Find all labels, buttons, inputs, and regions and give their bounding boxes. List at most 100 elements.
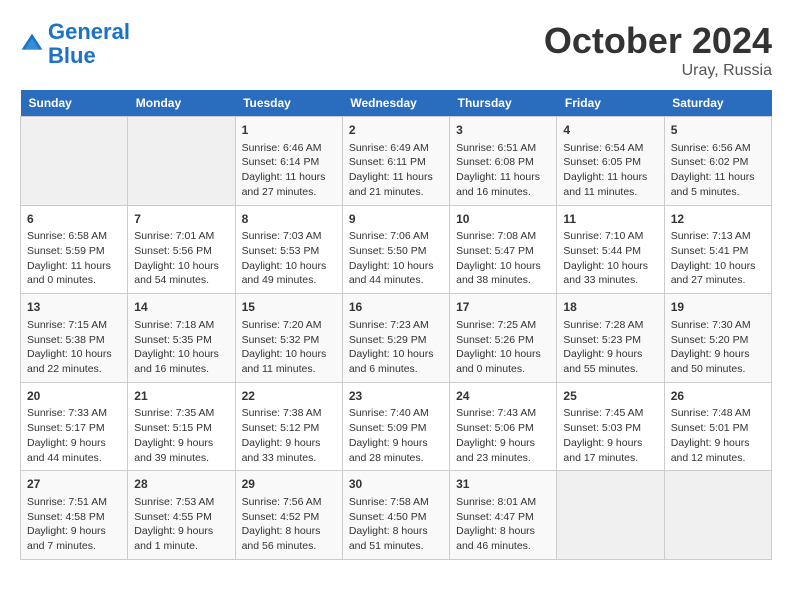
calendar-cell: 5 Sunrise: 6:56 AM Sunset: 6:02 PM Daylig… <box>664 117 771 206</box>
calendar-cell <box>557 471 664 560</box>
day-number: 22 <box>242 388 336 405</box>
day-number: 29 <box>242 476 336 493</box>
day-number: 1 <box>242 122 336 139</box>
calendar-cell: 7 Sunrise: 7:01 AM Sunset: 5:56 PM Daylig… <box>128 205 235 294</box>
day-info: Sunrise: 7:30 AM Sunset: 5:20 PM Dayligh… <box>671 319 751 375</box>
day-number: 4 <box>563 122 657 139</box>
day-number: 9 <box>349 211 443 228</box>
calendar-cell: 4 Sunrise: 6:54 AM Sunset: 6:05 PM Daylig… <box>557 117 664 206</box>
day-info: Sunrise: 7:03 AM Sunset: 5:53 PM Dayligh… <box>242 230 327 286</box>
day-number: 19 <box>671 299 765 316</box>
calendar-cell: 29 Sunrise: 7:56 AM Sunset: 4:52 PM Dayli… <box>235 471 342 560</box>
day-info: Sunrise: 6:46 AM Sunset: 6:14 PM Dayligh… <box>242 142 326 198</box>
calendar-cell: 24 Sunrise: 7:43 AM Sunset: 5:06 PM Dayli… <box>450 382 557 471</box>
day-info: Sunrise: 7:53 AM Sunset: 4:55 PM Dayligh… <box>134 496 214 552</box>
day-number: 11 <box>563 211 657 228</box>
day-info: Sunrise: 7:51 AM Sunset: 4:58 PM Dayligh… <box>27 496 107 552</box>
calendar-cell: 31 Sunrise: 8:01 AM Sunset: 4:47 PM Dayli… <box>450 471 557 560</box>
calendar-cell: 13Sunrise: 7:15 AM Sunset: 5:38 PM Dayli… <box>21 294 128 383</box>
calendar-cell: 26 Sunrise: 7:48 AM Sunset: 5:01 PM Dayli… <box>664 382 771 471</box>
day-number: 18 <box>563 299 657 316</box>
day-info: Sunrise: 7:40 AM Sunset: 5:09 PM Dayligh… <box>349 407 429 463</box>
day-number: 15 <box>242 299 336 316</box>
day-info: Sunrise: 6:49 AM Sunset: 6:11 PM Dayligh… <box>349 142 433 198</box>
day-number: 28 <box>134 476 228 493</box>
calendar-cell: 14Sunrise: 7:18 AM Sunset: 5:35 PM Dayli… <box>128 294 235 383</box>
day-info: Sunrise: 7:38 AM Sunset: 5:12 PM Dayligh… <box>242 407 322 463</box>
day-info: Sunrise: 8:01 AM Sunset: 4:47 PM Dayligh… <box>456 496 536 552</box>
calendar-cell: 6Sunrise: 6:58 AM Sunset: 5:59 PM Daylig… <box>21 205 128 294</box>
calendar-cell: 17 Sunrise: 7:25 AM Sunset: 5:26 PM Dayli… <box>450 294 557 383</box>
calendar-cell: 19 Sunrise: 7:30 AM Sunset: 5:20 PM Dayli… <box>664 294 771 383</box>
calendar-cell: 25 Sunrise: 7:45 AM Sunset: 5:03 PM Dayli… <box>557 382 664 471</box>
weekday-header: Thursday <box>450 90 557 117</box>
day-number: 14 <box>134 299 228 316</box>
calendar-cell: 16 Sunrise: 7:23 AM Sunset: 5:29 PM Dayli… <box>342 294 449 383</box>
day-number: 7 <box>134 211 228 228</box>
day-number: 2 <box>349 122 443 139</box>
calendar-week: 20Sunrise: 7:33 AM Sunset: 5:17 PM Dayli… <box>21 382 772 471</box>
day-number: 6 <box>27 211 121 228</box>
day-info: Sunrise: 7:45 AM Sunset: 5:03 PM Dayligh… <box>563 407 643 463</box>
day-info: Sunrise: 7:23 AM Sunset: 5:29 PM Dayligh… <box>349 319 434 375</box>
calendar-body: 1 Sunrise: 6:46 AM Sunset: 6:14 PM Daylig… <box>21 117 772 560</box>
calendar-cell <box>664 471 771 560</box>
day-number: 13 <box>27 299 121 316</box>
calendar-cell: 21 Sunrise: 7:35 AM Sunset: 5:15 PM Dayli… <box>128 382 235 471</box>
calendar-cell: 15 Sunrise: 7:20 AM Sunset: 5:32 PM Dayli… <box>235 294 342 383</box>
day-number: 5 <box>671 122 765 139</box>
day-info: Sunrise: 7:25 AM Sunset: 5:26 PM Dayligh… <box>456 319 541 375</box>
calendar-cell: 1 Sunrise: 6:46 AM Sunset: 6:14 PM Daylig… <box>235 117 342 206</box>
calendar-cell: 23 Sunrise: 7:40 AM Sunset: 5:09 PM Dayli… <box>342 382 449 471</box>
calendar-week: 6Sunrise: 6:58 AM Sunset: 5:59 PM Daylig… <box>21 205 772 294</box>
day-number: 24 <box>456 388 550 405</box>
calendar-cell <box>21 117 128 206</box>
day-number: 10 <box>456 211 550 228</box>
weekday-header: Saturday <box>664 90 771 117</box>
day-number: 25 <box>563 388 657 405</box>
calendar-cell: 20Sunrise: 7:33 AM Sunset: 5:17 PM Dayli… <box>21 382 128 471</box>
day-info: Sunrise: 7:35 AM Sunset: 5:15 PM Dayligh… <box>134 407 214 463</box>
day-info: Sunrise: 6:56 AM Sunset: 6:02 PM Dayligh… <box>671 142 755 198</box>
calendar-cell: 28 Sunrise: 7:53 AM Sunset: 4:55 PM Dayli… <box>128 471 235 560</box>
day-number: 23 <box>349 388 443 405</box>
day-number: 31 <box>456 476 550 493</box>
calendar-cell: 30Sunrise: 7:58 AM Sunset: 4:50 PM Dayli… <box>342 471 449 560</box>
day-info: Sunrise: 6:51 AM Sunset: 6:08 PM Dayligh… <box>456 142 540 198</box>
location: Uray, Russia <box>544 62 772 80</box>
calendar-cell: 2 Sunrise: 6:49 AM Sunset: 6:11 PM Daylig… <box>342 117 449 206</box>
day-info: Sunrise: 7:58 AM Sunset: 4:50 PM Dayligh… <box>349 496 429 552</box>
calendar-cell: 12Sunrise: 7:13 AM Sunset: 5:41 PM Dayli… <box>664 205 771 294</box>
day-number: 17 <box>456 299 550 316</box>
day-number: 16 <box>349 299 443 316</box>
day-number: 20 <box>27 388 121 405</box>
logo: GeneralBlue <box>20 20 130 68</box>
day-info: Sunrise: 7:01 AM Sunset: 5:56 PM Dayligh… <box>134 230 219 286</box>
day-info: Sunrise: 7:56 AM Sunset: 4:52 PM Dayligh… <box>242 496 322 552</box>
day-number: 27 <box>27 476 121 493</box>
day-info: Sunrise: 7:28 AM Sunset: 5:23 PM Dayligh… <box>563 319 643 375</box>
calendar-cell: 22 Sunrise: 7:38 AM Sunset: 5:12 PM Dayli… <box>235 382 342 471</box>
weekday-header: Sunday <box>21 90 128 117</box>
weekday-row: SundayMondayTuesdayWednesdayThursdayFrid… <box>21 90 772 117</box>
calendar-cell: 10Sunrise: 7:08 AM Sunset: 5:47 PM Dayli… <box>450 205 557 294</box>
calendar-cell: 9Sunrise: 7:06 AM Sunset: 5:50 PM Daylig… <box>342 205 449 294</box>
calendar-week: 27 Sunrise: 7:51 AM Sunset: 4:58 PM Dayli… <box>21 471 772 560</box>
day-info: Sunrise: 7:43 AM Sunset: 5:06 PM Dayligh… <box>456 407 536 463</box>
calendar-cell: 18 Sunrise: 7:28 AM Sunset: 5:23 PM Dayli… <box>557 294 664 383</box>
day-number: 26 <box>671 388 765 405</box>
logo-icon <box>20 32 44 56</box>
calendar-cell: 8 Sunrise: 7:03 AM Sunset: 5:53 PM Daylig… <box>235 205 342 294</box>
day-info: Sunrise: 7:20 AM Sunset: 5:32 PM Dayligh… <box>242 319 327 375</box>
logo-text: GeneralBlue <box>48 20 130 68</box>
day-info: Sunrise: 7:48 AM Sunset: 5:01 PM Dayligh… <box>671 407 751 463</box>
weekday-header: Friday <box>557 90 664 117</box>
day-number: 21 <box>134 388 228 405</box>
calendar-week: 1 Sunrise: 6:46 AM Sunset: 6:14 PM Daylig… <box>21 117 772 206</box>
weekday-header: Wednesday <box>342 90 449 117</box>
day-info: Sunrise: 7:13 AM Sunset: 5:41 PM Dayligh… <box>671 230 756 286</box>
day-number: 8 <box>242 211 336 228</box>
day-info: Sunrise: 6:54 AM Sunset: 6:05 PM Dayligh… <box>563 142 647 198</box>
calendar-cell: 3Sunrise: 6:51 AM Sunset: 6:08 PM Daylig… <box>450 117 557 206</box>
title-section: October 2024 Uray, Russia <box>544 20 772 80</box>
